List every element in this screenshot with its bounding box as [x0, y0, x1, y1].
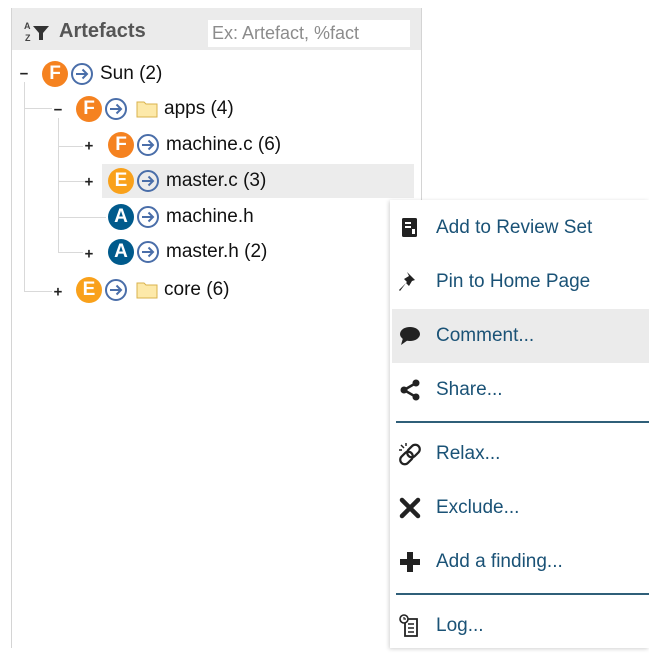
go-to-arrow-icon[interactable]: [104, 97, 128, 121]
node-label: core (6): [164, 279, 230, 300]
tree-node-core[interactable]: E core (6): [76, 273, 229, 307]
tree-line: [24, 82, 25, 292]
menu-label: Add to Review Set: [436, 217, 593, 238]
node-label: machine.c (6): [166, 134, 282, 155]
menu-label: Relax...: [436, 443, 501, 464]
artefact-search-input[interactable]: [208, 20, 410, 47]
svg-text:Z: Z: [25, 33, 31, 42]
panel-title: Artefacts: [59, 20, 146, 42]
go-to-arrow-icon[interactable]: [136, 240, 160, 264]
sort-filter-icon[interactable]: A Z: [24, 20, 50, 42]
rating-badge: E: [76, 277, 102, 303]
panel-header: A Z Artefacts: [12, 8, 421, 50]
node-label: master.c (3): [166, 170, 267, 191]
svg-text:A: A: [24, 21, 31, 31]
menu-item-relax[interactable]: Relax...: [392, 427, 649, 481]
menu-item-add-to-review-set[interactable]: Add to Review Set: [392, 201, 649, 255]
context-menu: Add to Review Set Pin to Home Page Comme…: [390, 200, 649, 648]
tree-node-machine-c[interactable]: F machine.c (6): [108, 128, 281, 162]
expand-toggle[interactable]: +: [83, 175, 95, 189]
rating-badge: A: [108, 204, 134, 230]
menu-separator: [396, 593, 649, 595]
expand-toggle[interactable]: +: [83, 139, 95, 153]
menu-item-log[interactable]: Log...: [392, 599, 649, 653]
menu-item-pin-to-home-page[interactable]: Pin to Home Page: [392, 255, 649, 309]
expand-toggle[interactable]: +: [52, 285, 64, 299]
menu-item-add-a-finding[interactable]: Add a finding...: [392, 535, 649, 589]
menu-label: Comment...: [436, 325, 535, 346]
folder-icon: [136, 101, 158, 118]
comment-icon: [400, 327, 420, 345]
tree-node-machine-h[interactable]: A machine.h: [108, 200, 254, 234]
exclude-icon: [399, 497, 421, 519]
tree-node-apps[interactable]: F apps (4): [76, 92, 234, 126]
node-label: Sun (2): [100, 63, 163, 84]
relax-link-icon: [399, 443, 421, 466]
tree-line: [24, 108, 54, 109]
rating-badge: E: [108, 168, 134, 194]
tree-line: [58, 118, 59, 252]
go-to-arrow-icon[interactable]: [136, 133, 160, 157]
menu-label: Add a finding...: [436, 551, 563, 572]
rating-badge: F: [76, 96, 102, 122]
rating-badge: A: [108, 239, 134, 265]
log-icon: [399, 614, 418, 637]
node-label: machine.h: [166, 206, 254, 227]
menu-item-exclude[interactable]: Exclude...: [392, 481, 649, 535]
folder-icon: [136, 282, 158, 299]
menu-label: Pin to Home Page: [436, 271, 591, 292]
menu-label: Exclude...: [436, 497, 520, 518]
review-set-icon: [402, 218, 417, 237]
tree-node-master-c[interactable]: E master.c (3): [108, 164, 266, 198]
go-to-arrow-icon[interactable]: [104, 278, 128, 302]
expand-toggle[interactable]: +: [83, 247, 95, 261]
menu-item-comment[interactable]: Comment...: [392, 309, 649, 363]
rating-badge: F: [42, 61, 68, 87]
tree-node-sun[interactable]: F Sun (2): [42, 57, 162, 91]
menu-label: Share...: [436, 379, 503, 400]
menu-label: Log...: [436, 615, 484, 636]
menu-item-share[interactable]: Share...: [392, 363, 649, 417]
tree-line: [58, 217, 106, 218]
go-to-arrow-icon[interactable]: [70, 62, 94, 86]
artefacts-panel: A Z Artefacts − F Sun (2) − F apps (4) +…: [11, 8, 422, 648]
tree-node-master-h[interactable]: A master.h (2): [108, 235, 267, 269]
add-finding-icon: [400, 552, 420, 572]
node-label: apps (4): [164, 98, 234, 119]
share-icon: [400, 379, 420, 401]
collapse-toggle[interactable]: −: [52, 103, 64, 117]
go-to-arrow-icon[interactable]: [136, 169, 160, 193]
menu-separator: [396, 421, 649, 423]
pin-icon: [399, 272, 415, 291]
collapse-toggle[interactable]: −: [18, 67, 30, 81]
rating-badge: F: [108, 132, 134, 158]
go-to-arrow-icon[interactable]: [136, 205, 160, 229]
tree-line: [24, 291, 54, 292]
node-label: master.h (2): [166, 241, 268, 262]
